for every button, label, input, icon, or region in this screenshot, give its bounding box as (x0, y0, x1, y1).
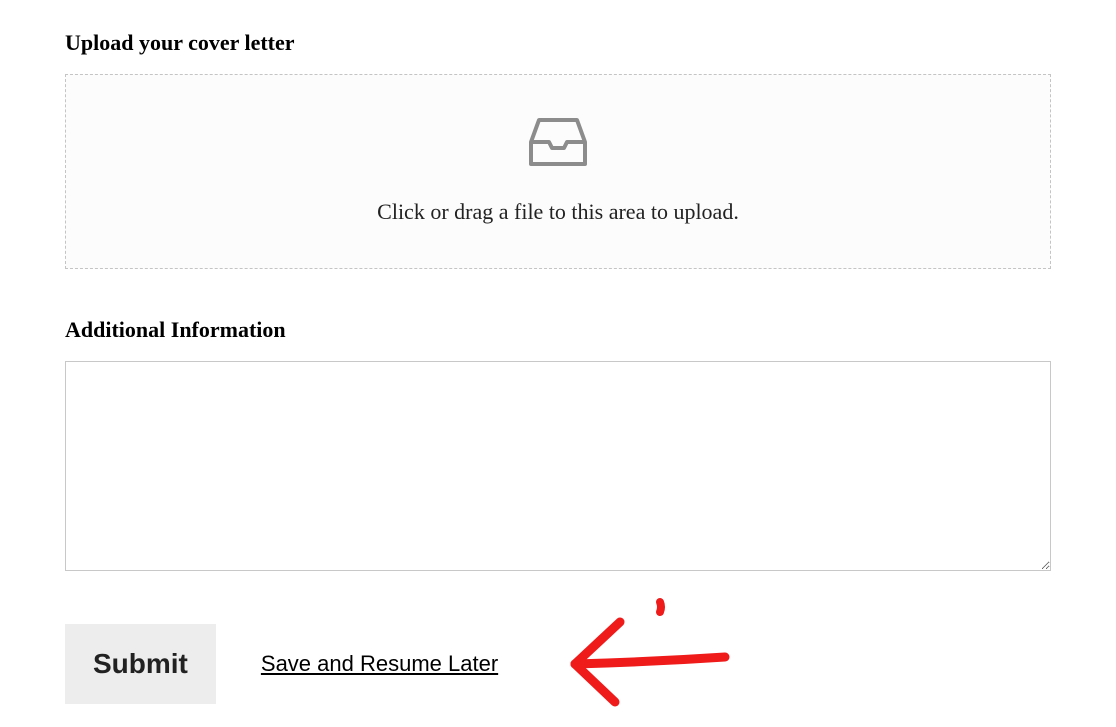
upload-label: Upload your cover letter (65, 30, 1051, 56)
additional-information-label: Additional Information (65, 317, 1051, 343)
inbox-icon (529, 118, 587, 173)
additional-information-textarea[interactable] (65, 361, 1051, 571)
cover-letter-upload-dropzone[interactable]: Click or drag a file to this area to upl… (65, 74, 1051, 269)
upload-instruction-text: Click or drag a file to this area to upl… (377, 199, 739, 225)
save-resume-later-link[interactable]: Save and Resume Later (261, 651, 498, 677)
form-actions: Submit Save and Resume Later (65, 624, 1051, 704)
submit-button[interactable]: Submit (65, 624, 216, 704)
